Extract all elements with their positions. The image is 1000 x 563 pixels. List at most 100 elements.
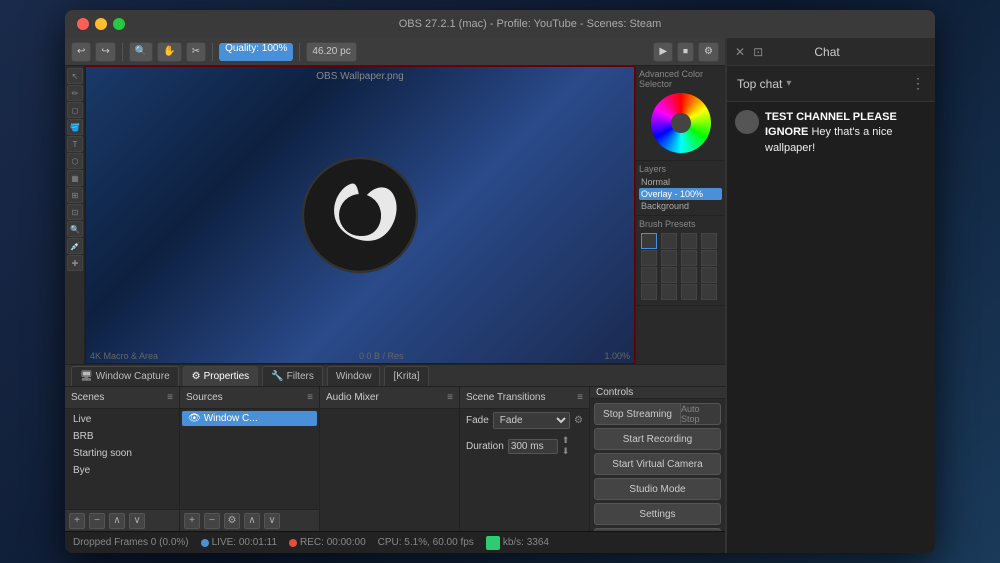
brush-15[interactable] <box>681 284 697 300</box>
studio-mode-button[interactable]: Studio Mode <box>594 478 721 500</box>
color-wheel-inner <box>671 113 691 133</box>
toolbar-zoom[interactable]: 🔍 <box>129 42 153 62</box>
scenes-menu-icon[interactable]: ≡ <box>167 392 173 403</box>
start-recording-button[interactable]: Start Recording <box>594 428 721 450</box>
tool-move-tool[interactable]: ✚ <box>67 255 83 271</box>
status-bar: Dropped Frames 0 (0.0%) LIVE: 00:01:11 R… <box>65 531 725 553</box>
tab-window-capture[interactable]: 🖥 Window Capture <box>71 366 179 386</box>
fade-select[interactable]: Fade Cut <box>493 412 570 429</box>
brush-14[interactable] <box>661 284 677 300</box>
brush-10[interactable] <box>661 267 677 283</box>
brush-6[interactable] <box>661 250 677 266</box>
tool-eraser[interactable]: ◻ <box>67 102 83 118</box>
chat-more-button[interactable]: ⋮ <box>911 75 925 92</box>
sources-remove[interactable]: − <box>204 513 220 529</box>
sources-add[interactable]: + <box>184 513 200 529</box>
cpu-status: CPU: 5.1%, 60.00 fps <box>378 537 474 548</box>
tab-filters[interactable]: 🔧 Filters <box>262 366 323 386</box>
start-virtual-camera-button[interactable]: Start Virtual Camera <box>594 453 721 475</box>
toolbar-quality[interactable]: Quality: 100% <box>219 43 293 61</box>
scenes-up[interactable]: ∧ <box>109 513 125 529</box>
brush-7[interactable] <box>681 250 697 266</box>
chat-messages: TEST CHANNEL PLEASE IGNORE Hey that's a … <box>727 102 935 553</box>
window-title: OBS 27.2.1 (mac) - Profile: YouTube - Sc… <box>137 18 923 30</box>
chat-panel: ✕ ⊡ Chat Top chat ▾ ⋮ <box>725 38 935 553</box>
signal-indicator <box>486 536 500 550</box>
sources-up[interactable]: ∧ <box>244 513 260 529</box>
brush-4[interactable] <box>701 233 717 249</box>
transitions-menu-icon[interactable]: ≡ <box>577 392 583 403</box>
audio-header: Audio Mixer ≡ <box>320 387 459 409</box>
tool-eyedrop[interactable]: 💉 <box>67 238 83 254</box>
chat-dock-icon[interactable]: ⊡ <box>753 45 763 59</box>
chat-msg-content-0: TEST CHANNEL PLEASE IGNORE Hey that's a … <box>765 110 927 156</box>
scenes-down[interactable]: ∨ <box>129 513 145 529</box>
brush-8[interactable] <box>701 250 717 266</box>
scene-live[interactable]: Live <box>67 411 177 428</box>
brush-1[interactable] <box>641 233 657 249</box>
toolbar-stop[interactable]: ⏹ <box>677 42 694 62</box>
settings-button[interactable]: Settings <box>594 503 721 525</box>
tool-zoom-tool[interactable]: 🔍 <box>67 221 83 237</box>
scene-bye[interactable]: Bye <box>67 462 177 479</box>
tool-transform[interactable]: ⊡ <box>67 204 83 220</box>
stop-streaming-button[interactable]: Stop Streaming <box>594 403 681 425</box>
tool-crop-tool[interactable]: ⊞ <box>67 187 83 203</box>
close-button[interactable] <box>77 18 89 30</box>
transitions-settings-icon[interactable]: ⚙ <box>574 415 583 426</box>
desktop: OBS 27.2.1 (mac) - Profile: YouTube - Sc… <box>0 0 1000 563</box>
layer-background[interactable]: Background <box>639 200 722 212</box>
tool-fill[interactable]: 🪣 <box>67 119 83 135</box>
brush-12[interactable] <box>701 267 717 283</box>
audio-menu-icon[interactable]: ≡ <box>447 392 453 403</box>
brush-9[interactable] <box>641 267 657 283</box>
toolbar: ↩ ↪ 🔍 ✋ ✂ Quality: 100% 46.20 pc ▶ ⏹ ⚙ <box>65 38 725 66</box>
tool-shape[interactable]: ⬡ <box>67 153 83 169</box>
scenes-add[interactable]: + <box>69 513 85 529</box>
chat-close-icon[interactable]: ✕ <box>735 45 745 59</box>
toolbar-play[interactable]: ▶ <box>653 42 673 62</box>
color-wheel[interactable] <box>651 93 711 153</box>
tab-krita[interactable]: [Krita] <box>384 366 428 386</box>
toolbar-redo[interactable]: ↪ <box>95 42 115 62</box>
sources-menu-icon[interactable]: ≡ <box>307 392 313 403</box>
chat-filter-button[interactable]: Top chat ▾ <box>737 77 791 91</box>
duration-input[interactable] <box>508 439 558 454</box>
brush-16[interactable] <box>701 284 717 300</box>
tab-window[interactable]: Window <box>327 366 381 386</box>
toolbar-settings[interactable]: ⚙ <box>698 42 719 62</box>
scenes-remove[interactable]: − <box>89 513 105 529</box>
tool-gradient[interactable]: ▦ <box>67 170 83 186</box>
canvas-label: OBS Wallpaper.png <box>316 71 403 82</box>
brush-3[interactable] <box>681 233 697 249</box>
toolbar-crop[interactable]: ✂ <box>186 42 206 62</box>
scene-brb[interactable]: BRB <box>67 428 177 445</box>
tool-select[interactable]: ↖ <box>67 68 83 84</box>
brush-2[interactable] <box>661 233 677 249</box>
tool-brush[interactable]: ✏ <box>67 85 83 101</box>
toolbar-undo[interactable]: ↩ <box>71 42 91 62</box>
sources-down[interactable]: ∨ <box>264 513 280 529</box>
controls-title: Controls <box>596 387 633 398</box>
maximize-button[interactable] <box>113 18 125 30</box>
duration-spinner[interactable]: ⬆⬇ <box>562 435 570 457</box>
minimize-button[interactable] <box>95 18 107 30</box>
chat-title: Chat <box>814 45 839 59</box>
brush-13[interactable] <box>641 284 657 300</box>
controls-header: Controls <box>590 387 725 399</box>
brush-11[interactable] <box>681 267 697 283</box>
tab-properties[interactable]: ⚙ Properties <box>183 366 259 386</box>
kbps-status: kb/s: 3364 <box>486 536 549 550</box>
color-selector-title: Advanced Color Selector <box>639 69 722 89</box>
toolbar-move[interactable]: ✋ <box>157 42 181 62</box>
layer-normal: Normal <box>639 176 722 188</box>
layer-selected[interactable]: Overlay - 100% <box>639 188 722 200</box>
chat-message-0: TEST CHANNEL PLEASE IGNORE Hey that's a … <box>735 110 927 156</box>
properties-icon: ⚙ <box>192 371 201 382</box>
sources-settings[interactable]: ⚙ <box>224 513 240 529</box>
tool-text[interactable]: T <box>67 136 83 152</box>
source-window-capture[interactable]: 👁 Window C... <box>182 411 317 426</box>
auto-stop-button[interactable]: Auto Stop <box>681 403 721 425</box>
brush-5[interactable] <box>641 250 657 266</box>
scene-starting-soon[interactable]: Starting soon <box>67 445 177 462</box>
